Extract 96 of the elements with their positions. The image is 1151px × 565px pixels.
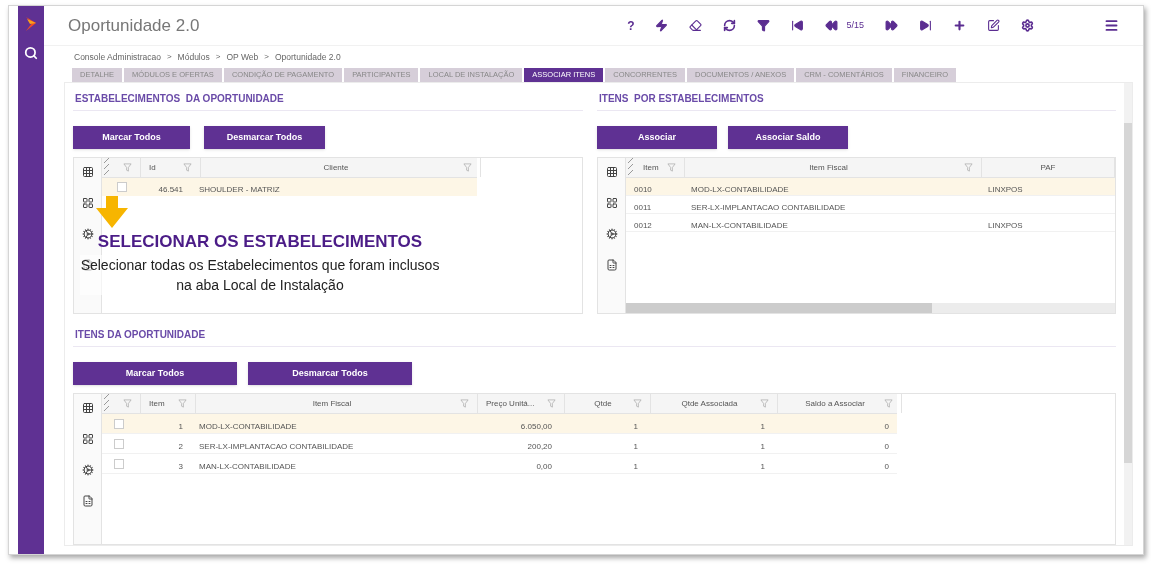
table-cell: 1 <box>633 441 638 451</box>
breadcrumb-link[interactable]: Oportunidade 2.0 <box>274 50 341 64</box>
table-cell: LINXPOS <box>988 220 1023 230</box>
table-cell: SER-LX-IMPLANTACAO CONTABILIDADE <box>199 441 354 451</box>
record-counter: 5/15 <box>846 18 864 32</box>
table-cell: MAN-LX-CONTABILIDADE <box>691 220 788 230</box>
row-checkbox[interactable] <box>114 418 124 429</box>
edit-icon[interactable] <box>987 19 1000 32</box>
breadcrumb-link[interactable]: OP Web <box>226 50 259 64</box>
action-button[interactable]: Desmarcar Todos <box>204 126 325 149</box>
breadcrumb-link[interactable]: Módulos <box>177 50 210 64</box>
table-cell: SHOULDER - MATRIZ <box>199 185 280 194</box>
lightning-icon[interactable] <box>655 19 669 32</box>
help-button[interactable]: ? <box>627 16 635 35</box>
add-icon[interactable] <box>953 19 966 32</box>
resize-handle-icon[interactable] <box>104 158 109 176</box>
column-header[interactable]: Id <box>149 161 183 174</box>
first-record-icon[interactable] <box>791 19 805 32</box>
eraser-icon[interactable] <box>689 19 703 32</box>
table-row[interactable]: 1 MOD-LX-CONTABILIDADE 6.050,00 1 1 0 <box>102 414 897 434</box>
table-cell: LINXPOS <box>988 184 1023 194</box>
column-header[interactable]: Preço Unitá... <box>486 397 547 410</box>
vertical-scrollbar[interactable] <box>1124 83 1132 545</box>
callout-arrow <box>95 196 129 228</box>
table-cell: 0 <box>884 421 889 431</box>
row-checkbox[interactable] <box>114 458 124 469</box>
section-title: ITENS DA OPORTUNIDADE <box>73 327 1116 347</box>
gears-icon[interactable] <box>81 464 94 476</box>
action-button[interactable]: Marcar Todos <box>73 362 237 385</box>
section-title: ESTABELECIMENTOS DA OPORTUNIDADE <box>73 91 583 111</box>
table-cell: 2 <box>178 441 183 451</box>
callout-title: SELECIONAR OS ESTABELECIMENTOS <box>97 231 423 253</box>
table-cell: 1 <box>633 461 638 471</box>
previous-record-icon[interactable] <box>825 19 839 32</box>
callout-text: Selecionar todas os Estabelecimentos que foram inclusos na aba Local de Instalação <box>80 254 440 295</box>
search-icon[interactable] <box>24 46 38 60</box>
table-cell: MOD-LX-CONTABILIDADE <box>691 184 789 194</box>
window-title: Oportunidade 2.0 <box>68 14 201 37</box>
settings-icon[interactable] <box>1021 19 1034 32</box>
next-record-icon[interactable] <box>885 19 898 32</box>
table-cell: 0012 <box>634 220 652 230</box>
table-cell: SER-LX-IMPLANTACAO CONTABILIDADE <box>691 202 846 212</box>
table-cell: 0 <box>884 461 889 471</box>
column-chooser-icon[interactable] <box>81 402 94 414</box>
column-header[interactable]: Item <box>149 397 178 410</box>
filter-icon[interactable] <box>757 19 771 32</box>
table-cell: 200,20 <box>527 441 552 451</box>
table-cell: 0010 <box>634 184 652 194</box>
column-header[interactable]: Item Fiscal <box>693 161 964 174</box>
table-cell: 0011 <box>634 202 652 212</box>
app-logo-icon[interactable] <box>24 16 38 32</box>
gears-icon[interactable] <box>81 228 94 240</box>
breadcrumb-separator: > <box>215 51 221 63</box>
table-cell: MAN-LX-CONTABILIDADE <box>199 461 296 471</box>
action-button[interactable]: Associar Saldo <box>728 126 848 149</box>
column-header[interactable]: Qtde <box>573 397 633 410</box>
column-header[interactable]: Qtde Associada <box>659 397 760 410</box>
column-chooser-icon[interactable] <box>605 166 618 178</box>
menu-icon[interactable] <box>1104 18 1119 33</box>
table-cell: 1 <box>760 421 765 431</box>
action-button[interactable]: Associar <box>597 126 717 149</box>
column-header[interactable]: Cliente <box>209 161 463 174</box>
table-cell: 3 <box>178 461 183 471</box>
table-row[interactable]: 0010 MOD-LX-CONTABILIDADE LINXPOS <box>626 178 1115 196</box>
table-cell: 0,00 <box>536 461 552 471</box>
table-cell: 46.541 <box>158 185 183 194</box>
column-chooser-icon[interactable] <box>81 166 94 178</box>
table-cell: 1 <box>633 421 638 431</box>
column-header[interactable]: Item Fiscal <box>204 397 460 410</box>
horizontal-scrollbar[interactable] <box>626 303 1115 313</box>
table-cell: 1 <box>760 441 765 451</box>
breadcrumb-link[interactable]: Console Administracao <box>74 50 161 64</box>
table-cell: 6.050,00 <box>520 421 552 431</box>
table-cell: MOD-LX-CONTABILIDADE <box>199 421 297 431</box>
resize-handle-icon[interactable] <box>104 394 109 412</box>
refresh-icon[interactable] <box>723 19 737 32</box>
layout-grid-icon[interactable] <box>81 433 94 445</box>
column-header[interactable]: PAF <box>990 161 1106 174</box>
breadcrumb-separator: > <box>166 51 172 63</box>
table-row[interactable]: 46.541 SHOULDER - MATRIZ <box>102 178 477 196</box>
layout-grid-icon[interactable] <box>81 197 94 209</box>
column-header[interactable]: Item <box>643 161 667 174</box>
row-checkbox[interactable] <box>116 182 127 192</box>
action-button[interactable]: Marcar Todos <box>73 126 190 149</box>
action-button[interactable]: Desmarcar Todos <box>248 362 412 385</box>
last-record-icon[interactable] <box>919 19 932 32</box>
section-title: ITENS POR ESTABELECIMENTOS <box>597 91 1116 111</box>
layout-grid-icon[interactable] <box>605 197 618 209</box>
gears-icon[interactable] <box>605 228 618 240</box>
breadcrumb-separator: > <box>264 51 269 63</box>
table-cell: 0 <box>884 441 889 451</box>
table-cell: 1 <box>760 461 765 471</box>
table-cell: 1 <box>178 421 183 431</box>
resize-handle-icon[interactable] <box>628 158 633 176</box>
column-header[interactable]: Saldo a Associar <box>786 397 884 410</box>
row-checkbox[interactable] <box>114 438 124 449</box>
